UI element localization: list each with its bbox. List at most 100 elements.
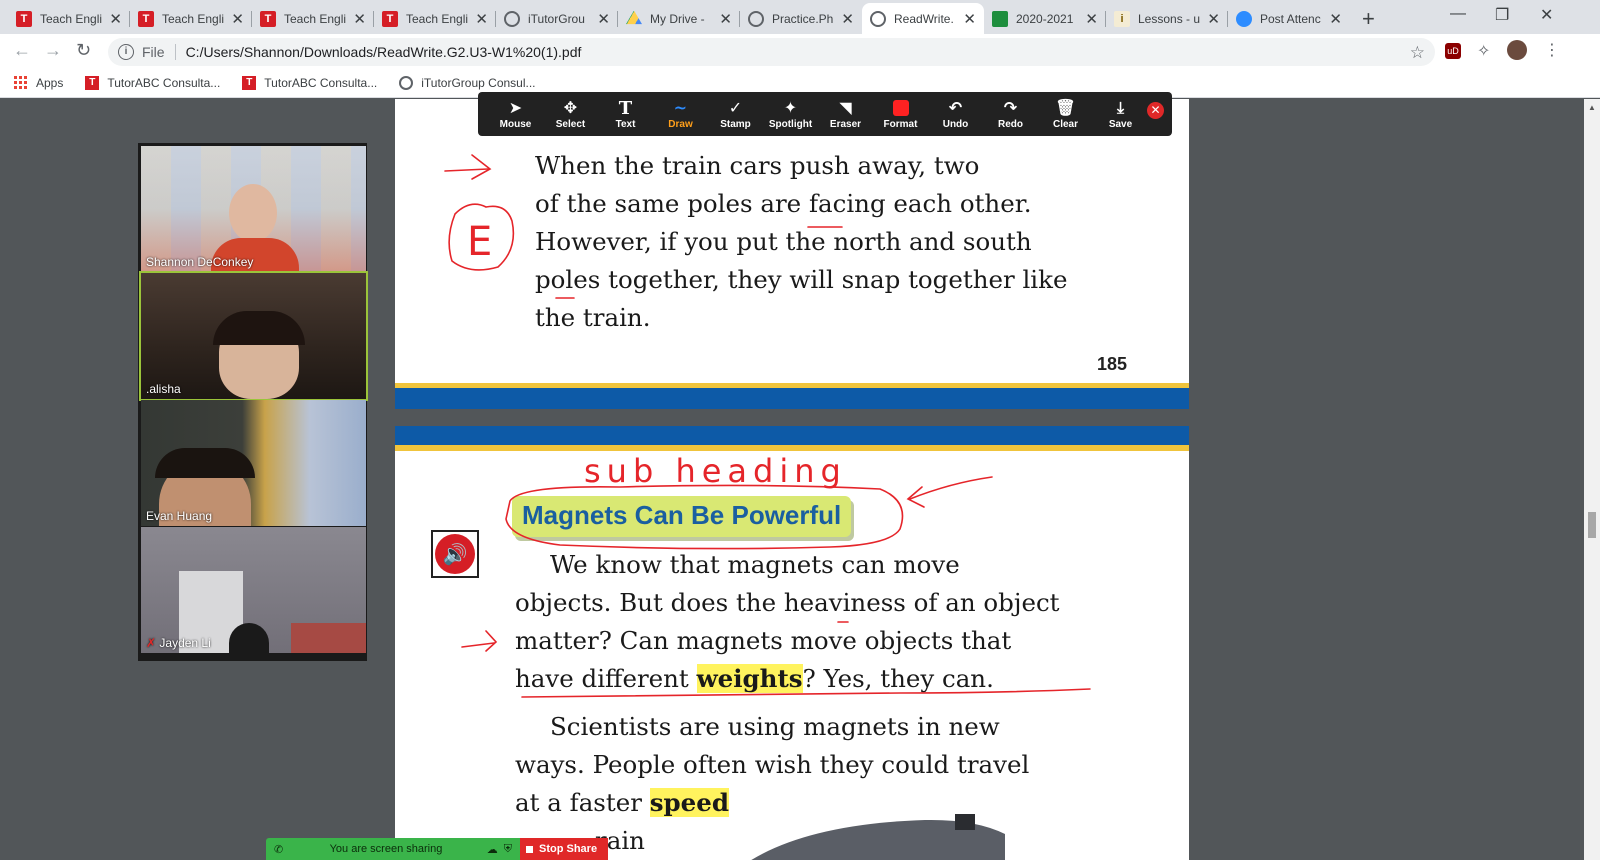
tool-text[interactable]: T Text [598,97,653,130]
muted-mic-icon: ✗ [146,636,157,650]
close-tab-icon[interactable]: ✕ [109,10,122,28]
ublock-icon[interactable]: uD [1445,43,1461,59]
participant-video[interactable]: ✗ Jayden Li [141,527,366,653]
browser-tab[interactable]: T Teach Engli ✕ [252,3,374,34]
browser-toolbar: ← → ↻ i File C:/Users/Shannon/Downloads/… [0,34,1600,68]
scroll-up-icon[interactable]: ▲ [1588,103,1596,112]
restore-icon[interactable]: ❐ [1495,5,1509,25]
tool-redo[interactable]: ↷ Redo [983,99,1038,130]
tool-select[interactable]: ✥ Select [543,99,598,130]
trash-icon: 🗑 [1055,99,1076,117]
new-tab-button[interactable]: + [1362,6,1375,32]
cloud-icon: ☁ [486,843,498,856]
tab-strip: T Teach Engli ✕ T Teach Engli ✕ T Teach Engli… [0,0,1600,34]
more-menu-icon[interactable]: ⋮ [1544,40,1560,60]
move-icon: ✥ [563,99,578,117]
globe-icon [504,10,520,27]
browser-tab[interactable]: My Drive - ✕ [618,3,740,34]
browser-tab[interactable]: Practice.Ph ✕ [740,3,862,34]
info-icon[interactable]: i [118,44,134,60]
profile-avatar[interactable] [1507,40,1527,60]
participant-name: Evan Huang [146,509,213,523]
apps-grid-icon [14,75,28,90]
avatar [229,184,277,242]
undo-icon: ↶ [948,99,963,117]
address-bar[interactable]: i File C:/Users/Shannon/Downloads/ReadWr… [108,38,1435,66]
sheets-icon [992,10,1008,27]
browser-tab[interactable]: T Teach Engli ✕ [8,3,130,34]
globe-icon [870,10,886,27]
browser-tab-active[interactable]: ReadWrite. ✕ [862,3,984,34]
stop-icon [526,845,533,853]
stop-share-button[interactable]: Stop Share [520,838,608,860]
close-tab-icon[interactable]: ✕ [231,10,244,28]
close-tab-icon[interactable]: ✕ [841,10,854,28]
url-text[interactable]: C:/Users/Shannon/Downloads/ReadWrite.G2.… [186,44,582,60]
phone-icon: ✆ [274,843,284,856]
tool-spotlight[interactable]: ✦ Spotlight [763,99,818,130]
save-icon: ⤓ [1116,99,1125,117]
lesson-icon: i [1114,10,1130,27]
browser-tab[interactable]: i Lessons - u ✕ [1106,3,1228,34]
tutorabc-icon: T [138,10,154,27]
close-tab-icon[interactable]: ✕ [1207,10,1220,28]
browser-tab[interactable]: 2020-2021 ✕ [984,3,1106,34]
text-icon: T [618,97,633,119]
back-arrow-icon[interactable]: ← [13,40,31,61]
tool-mouse[interactable]: ➤ Mouse [488,99,543,130]
tutorabc-icon: T [382,10,398,27]
close-tab-icon[interactable]: ✕ [597,10,610,28]
browser-tab[interactable]: T Teach Engli ✕ [130,3,252,34]
participant-video-active[interactable]: .alisha [139,271,368,401]
close-tab-icon[interactable]: ✕ [1329,10,1342,28]
minimize-icon[interactable]: — [1450,5,1466,23]
tutorabc-icon: T [260,10,276,27]
bookmark-item[interactable]: T TutorABC Consulta... [85,75,220,90]
close-tab-icon[interactable]: ✕ [963,10,976,28]
drive-icon [626,10,642,25]
browser-tab[interactable]: Post Attenc ✕ [1228,3,1350,34]
eraser-icon: ◥ [839,99,852,117]
participant-video[interactable]: Evan Huang [141,400,366,526]
tool-format[interactable]: Format [873,99,928,130]
tool-stamp[interactable]: ✓ Stamp [708,99,763,130]
tool-draw[interactable]: ∼ Draw [653,99,708,130]
forward-arrow-icon[interactable]: → [44,40,62,61]
globe-icon [399,75,414,90]
close-tab-icon[interactable]: ✕ [1085,10,1098,28]
bookmark-apps[interactable]: Apps [14,75,63,90]
vertical-scrollbar[interactable]: ▲ [1584,99,1600,860]
shield-icon: ⛨ [503,842,512,855]
bookmark-item[interactable]: iTutorGroup Consul... [399,75,536,90]
bookmark-star-icon[interactable]: ☆ [1410,43,1425,63]
participant-video[interactable]: Shannon DeConkey [141,146,366,272]
cursor-icon: ➤ [508,99,523,117]
tutorabc-icon: T [85,75,100,90]
tool-eraser[interactable]: ◥ Eraser [818,99,873,130]
screen-share-bar: ✆ You are screen sharing ☁ ⛨ Stop Share [266,838,608,860]
tool-save[interactable]: ⤓ Save [1093,99,1148,130]
scrollbar-thumb[interactable] [1588,512,1596,538]
bookmark-item[interactable]: T TutorABC Consulta... [242,75,377,90]
spotlight-icon: ✦ [783,99,798,117]
participant-name: Shannon DeConkey [146,255,254,269]
participant-name: ✗ Jayden Li [146,636,211,650]
close-tab-icon[interactable]: ✕ [353,10,366,28]
close-tab-icon[interactable]: ✕ [719,10,732,28]
annotation-note: sub heading [584,452,847,490]
browser-tab[interactable]: T Teach Engli ✕ [374,3,496,34]
close-tab-icon[interactable]: ✕ [475,10,488,28]
tool-clear[interactable]: 🗑 Clear [1038,99,1093,130]
tool-undo[interactable]: ↶ Undo [928,99,983,130]
reload-icon[interactable]: ↻ [76,40,91,61]
zoom-icon [1236,10,1252,27]
close-annotation-icon[interactable]: ✕ [1147,102,1164,119]
extensions-puzzle-icon[interactable]: ✧ [1477,41,1490,61]
sharing-status[interactable]: ✆ You are screen sharing ☁ ⛨ [266,838,520,860]
redo-icon: ↷ [1003,99,1018,117]
close-window-icon[interactable]: ✕ [1540,5,1553,25]
annotation-letter: E [467,219,492,265]
check-icon: ✓ [728,99,743,117]
browser-tab[interactable]: iTutorGrou ✕ [496,3,618,34]
participant-name: .alisha [146,382,181,396]
